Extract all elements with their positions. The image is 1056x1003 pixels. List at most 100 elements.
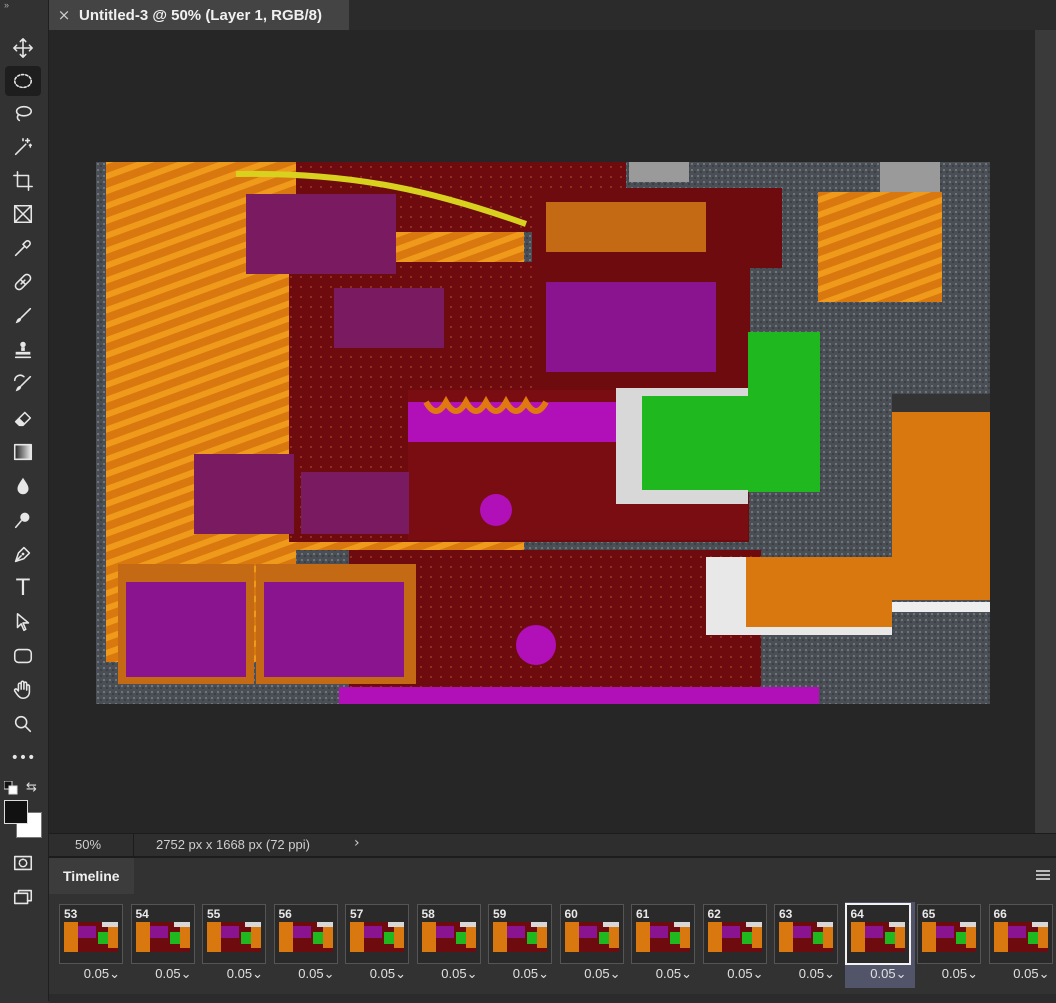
brush-tool[interactable] [5, 301, 41, 331]
timeline-frame[interactable]: 57 0.05⌄ [344, 902, 414, 988]
frame-delay-dropdown[interactable]: 0.05⌄ [441, 966, 477, 982]
type-tool[interactable]: T [5, 573, 41, 603]
more-icon: ••• [11, 750, 36, 766]
frame-delay-value: 0.05 [227, 966, 252, 981]
frame-thumbnail[interactable]: 65 [917, 904, 981, 964]
frame-thumbnail[interactable]: 59 [488, 904, 552, 964]
timeline-frame[interactable]: 62 0.05⌄ [702, 902, 772, 988]
timeline-frame[interactable]: 56 0.05⌄ [273, 902, 343, 988]
frame-thumbnail[interactable]: 66 [989, 904, 1053, 964]
timeline-frame[interactable]: 54 0.05⌄ [130, 902, 200, 988]
eraser-tool[interactable] [5, 403, 41, 433]
frame-thumbnail[interactable]: 63 [774, 904, 838, 964]
stamp-icon [12, 339, 34, 361]
frame-number: 61 [636, 907, 649, 921]
frame-thumbnail[interactable]: 62 [703, 904, 767, 964]
status-menu-arrow-icon[interactable]: › [354, 835, 360, 851]
frame-thumbnail[interactable]: 64 [845, 903, 911, 965]
rectangle-tool[interactable] [5, 641, 41, 671]
clone-stamp-tool[interactable] [5, 335, 41, 365]
frame-delay-dropdown[interactable]: 0.05⌄ [513, 966, 549, 982]
timeline-frame[interactable]: 61 0.05⌄ [630, 902, 700, 988]
history-brush-tool[interactable] [5, 369, 41, 399]
frame-preview [493, 922, 547, 952]
frame-thumbnail[interactable]: 56 [274, 904, 338, 964]
frame-thumbnail[interactable]: 57 [345, 904, 409, 964]
timeline-frame[interactable]: 55 0.05⌄ [201, 902, 271, 988]
crop-tool[interactable] [5, 166, 41, 196]
panel-menu-icon[interactable] [1036, 870, 1050, 880]
frame-thumbnail[interactable]: 55 [202, 904, 266, 964]
timeline-frame[interactable]: 640.05⌄ [845, 902, 915, 988]
frame-tool[interactable] [5, 199, 41, 229]
zoom-level[interactable]: 50% [75, 837, 101, 852]
swap-colors-icon[interactable]: ⇆ [26, 780, 40, 794]
frame-delay-dropdown[interactable]: 0.05⌄ [870, 966, 906, 982]
frame-delay-value: 0.05 [584, 966, 609, 981]
move-tool[interactable] [5, 33, 41, 63]
frame-delay-dropdown[interactable]: 0.05⌄ [656, 966, 692, 982]
gradient-tool[interactable] [5, 437, 41, 467]
lasso-tool[interactable] [5, 99, 41, 129]
type-icon: T [16, 576, 29, 601]
frame-delay-dropdown[interactable]: 0.05⌄ [155, 966, 191, 982]
frame-delay-dropdown[interactable]: 0.05⌄ [727, 966, 763, 982]
eraser-icon [12, 407, 34, 429]
path-selection-tool[interactable] [5, 607, 41, 637]
frame-delay-dropdown[interactable]: 0.05⌄ [942, 966, 978, 982]
canvas-area[interactable] [49, 30, 1035, 833]
frame-delay-dropdown[interactable]: 0.05⌄ [1013, 966, 1049, 982]
hand-icon [12, 679, 34, 701]
dodge-tool[interactable] [5, 505, 41, 535]
frame-delay-dropdown[interactable]: 0.05⌄ [370, 966, 406, 982]
timeline-frame[interactable]: 60 0.05⌄ [559, 902, 629, 988]
frame-delay-value: 0.05 [656, 966, 681, 981]
timeline-frame[interactable]: 63 0.05⌄ [773, 902, 843, 988]
frame-delay-dropdown[interactable]: 0.05⌄ [799, 966, 835, 982]
elliptical-marquee-tool[interactable] [5, 66, 41, 96]
frame-thumbnail[interactable]: 53 [59, 904, 123, 964]
frame-thumbnail[interactable]: 54 [131, 904, 195, 964]
brush-icon [12, 305, 34, 327]
frame-delay-value: 0.05 [155, 966, 180, 981]
frame-thumbnail[interactable]: 58 [417, 904, 481, 964]
timeline-frame[interactable]: 66 0.05⌄ [988, 902, 1056, 988]
healing-brush-tool[interactable] [5, 267, 41, 297]
history-brush-icon [12, 373, 34, 395]
frame-delay-dropdown[interactable]: 0.05⌄ [298, 966, 334, 982]
eyedropper-icon [12, 237, 34, 259]
timeline-frame[interactable]: 59 0.05⌄ [487, 902, 557, 988]
timeline-frame[interactable]: 58 0.05⌄ [416, 902, 486, 988]
panel-grip[interactable]: » [4, 0, 10, 10]
tab-bar [349, 0, 1056, 30]
frame-delay-dropdown[interactable]: 0.05⌄ [584, 966, 620, 982]
foreground-color-swatch[interactable] [4, 800, 28, 824]
magic-wand-tool[interactable] [5, 132, 41, 162]
frame-preview [207, 922, 261, 952]
document-canvas[interactable] [96, 162, 990, 704]
frame-number: 60 [565, 907, 578, 921]
frame-delay-dropdown[interactable]: 0.05⌄ [227, 966, 263, 982]
timeline-frame[interactable]: 53 0.05⌄ [58, 902, 128, 988]
lasso-icon [12, 103, 34, 125]
zoom-tool[interactable] [5, 709, 41, 739]
timeline-frames: 53 0.05⌄ 54 0.05⌄ 55 0.05⌄ 56 0.05⌄ 57 0.05⌄ 58 0.0… [58, 902, 1056, 988]
frame-delay-dropdown[interactable]: 0.05⌄ [84, 966, 120, 982]
document-tab-title: Untitled-3 @ 50% (Layer 1, RGB/8) [79, 7, 322, 24]
blur-tool[interactable] [5, 471, 41, 501]
frame-thumbnail[interactable]: 61 [631, 904, 695, 964]
document-tab[interactable]: × Untitled-3 @ 50% (Layer 1, RGB/8) [49, 0, 350, 30]
screen-mode-button[interactable] [5, 882, 41, 912]
eyedropper-tool[interactable] [5, 233, 41, 263]
default-colors-icon[interactable] [4, 781, 18, 795]
quick-mask-button[interactable] [5, 848, 41, 878]
timeline-frame[interactable]: 65 0.05⌄ [916, 902, 986, 988]
pen-tool[interactable] [5, 539, 41, 569]
hand-tool[interactable] [5, 675, 41, 705]
frame-number: 59 [493, 907, 506, 921]
edit-toolbar[interactable]: ••• [5, 743, 41, 773]
timeline-tab[interactable]: Timeline [49, 858, 134, 894]
close-tab-icon[interactable]: × [49, 6, 79, 24]
timeline-panel: Timeline 53 0.05⌄ 54 0.05⌄ 55 0.05⌄ 56 0.05⌄ 57 0… [49, 856, 1056, 1003]
frame-thumbnail[interactable]: 60 [560, 904, 624, 964]
